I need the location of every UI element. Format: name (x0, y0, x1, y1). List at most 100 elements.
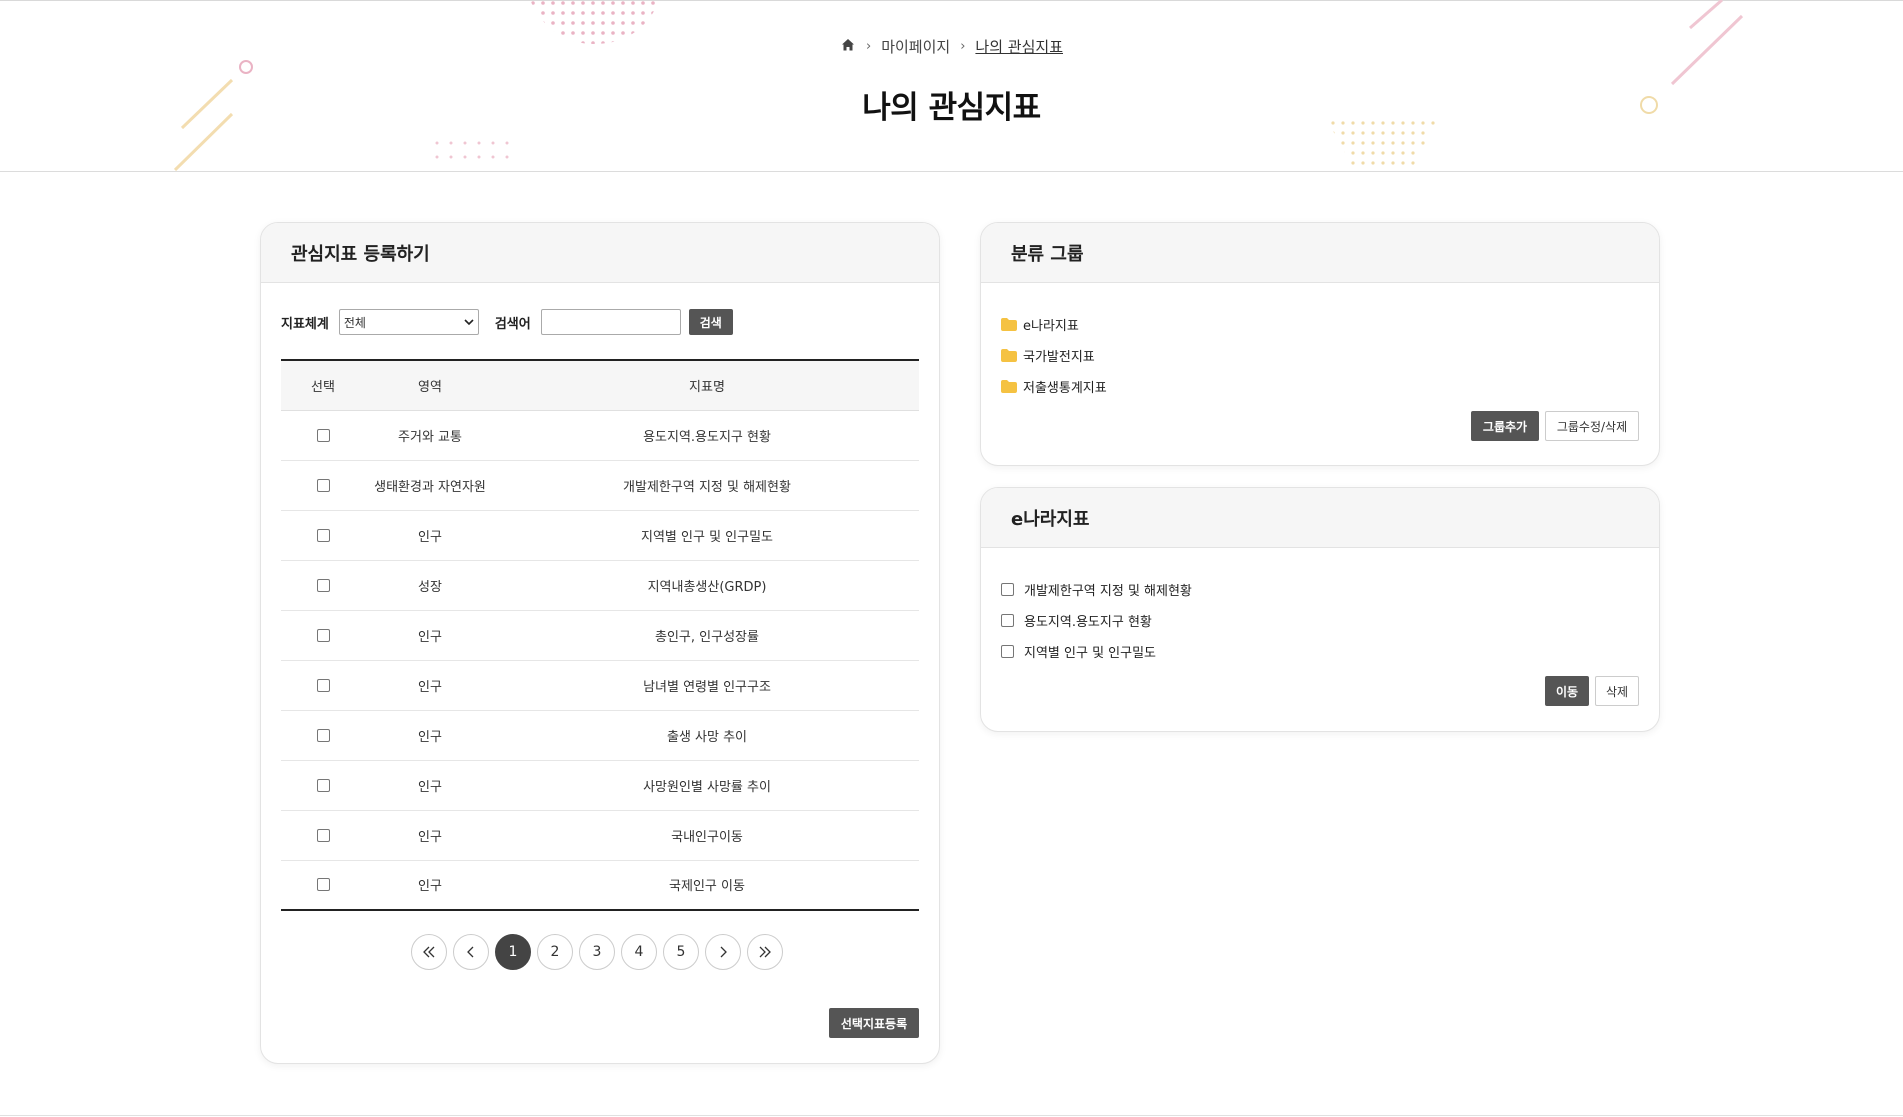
row-checkbox[interactable] (316, 478, 330, 492)
group-item[interactable]: e나라지표 (1001, 309, 1107, 340)
page-button-2[interactable]: 2 (537, 934, 573, 970)
group-item-label: e나라지표 (1023, 319, 1079, 334)
keyword-input[interactable] (540, 309, 681, 335)
double-chevron-left-icon (423, 946, 435, 958)
group-item[interactable]: 국가발전지표 (1001, 340, 1107, 371)
prev-page-button[interactable] (453, 934, 489, 970)
item-checkbox[interactable] (1001, 645, 1014, 658)
breadcrumb-item-mypage[interactable]: 마이페이지 (881, 36, 950, 57)
indicator-table: 선택 영역 지표명 주거와 교통 용도지역.용도지구 현황 생태환경과 자연자원 개… (281, 359, 919, 911)
item-checkbox[interactable] (1001, 614, 1014, 627)
bottom-border (0, 1115, 1903, 1116)
page-button-1[interactable]: 1 (495, 934, 531, 970)
panel-title: 관심지표 등록하기 (261, 223, 939, 283)
chevron-left-icon (467, 946, 474, 958)
row-checkbox[interactable] (316, 528, 330, 542)
row-checkbox[interactable] (316, 728, 330, 742)
search-bar: 지표체계 전체 검색어 검색 (281, 309, 733, 335)
row-name: 국제인구 이동 (669, 879, 745, 895)
home-icon[interactable] (840, 37, 856, 57)
row-checkbox[interactable] (316, 828, 330, 842)
item-label: 지역별 인구 및 인구밀도 (1024, 646, 1156, 661)
column-header-name: 지표명 (495, 360, 919, 411)
row-name: 출생 사망 추이 (495, 710, 919, 761)
row-checkbox[interactable] (316, 878, 330, 892)
table-row: 인구 사망원인별 사망률 추이 (281, 760, 919, 811)
pagination: 1 2 3 4 5 (411, 934, 783, 970)
group-panel: 분류 그룹 e나라지표 국가발전지표 저출생통계지표 그룹추가 그룹수정/삭제 (980, 222, 1660, 466)
row-area: 인구 (418, 879, 442, 895)
row-area: 인구 (365, 760, 495, 811)
row-name: 개발제한구역 지정 및 해제현황 (495, 460, 919, 511)
row-area: 주거와 교통 (365, 410, 495, 461)
ena-indicator-panel: e나라지표 개발제한구역 지정 및 해제현황 용도지역.용도지구 현황 지역별 … (980, 487, 1660, 732)
table-row: 인구 국내인구이동 (281, 810, 919, 861)
table-row: 인구 남녀별 연령별 인구구조 (281, 660, 919, 711)
column-header-select: 선택 (281, 360, 365, 411)
item-label: 용도지역.용도지구 현황 (1024, 615, 1152, 630)
search-button[interactable]: 검색 (688, 309, 733, 335)
breadcrumb: › 마이페이지 › 나의 관심지표 (0, 36, 1903, 57)
last-page-button[interactable] (747, 934, 783, 970)
table-header-row: 선택 영역 지표명 (281, 360, 919, 411)
list-item: 지역별 인구 및 인구밀도 (1001, 636, 1192, 667)
page-header: › 마이페이지 › 나의 관심지표 나의 관심지표 (0, 0, 1903, 172)
add-group-button[interactable]: 그룹추가 (1471, 411, 1539, 441)
page-title: 나의 관심지표 (862, 90, 1041, 126)
chevron-right-icon (720, 946, 727, 958)
move-button[interactable]: 이동 (1545, 676, 1589, 706)
chevron-right-icon: › (866, 39, 872, 54)
group-item-label: 저출생통계지표 (1023, 381, 1107, 396)
row-checkbox[interactable] (316, 428, 330, 442)
table-row: 인구 지역별 인구 및 인구밀도 (281, 510, 919, 561)
row-checkbox[interactable] (316, 628, 330, 642)
table-row: 주거와 교통 용도지역.용도지구 현황 (281, 410, 919, 461)
table-row: 인구 출생 사망 추이 (281, 710, 919, 761)
row-area: 인구 (365, 510, 495, 561)
system-select[interactable]: 전체 (338, 309, 479, 335)
page-button-4[interactable]: 4 (621, 934, 657, 970)
row-name: 국내인구이동 (495, 810, 919, 861)
column-header-area: 영역 (365, 360, 495, 411)
group-actions: 그룹추가 그룹수정/삭제 (1471, 411, 1639, 441)
table-row: 인구 국제인구 이동 (281, 860, 919, 910)
page-button-3[interactable]: 3 (579, 934, 615, 970)
ena-indicator-list: 개발제한구역 지정 및 해제현황 용도지역.용도지구 현황 지역별 인구 및 인… (1001, 574, 1192, 667)
row-name: 사망원인별 사망률 추이 (495, 760, 919, 811)
table-row: 인구 총인구, 인구성장률 (281, 610, 919, 661)
row-checkbox[interactable] (316, 578, 330, 592)
row-name: 지역별 인구 및 인구밀도 (495, 510, 919, 561)
register-selected-button[interactable]: 선택지표등록 (829, 1008, 919, 1038)
system-label: 지표체계 (281, 316, 329, 332)
group-item[interactable]: 저출생통계지표 (1001, 371, 1107, 402)
group-item-label: 국가발전지표 (1023, 350, 1095, 365)
list-item: 용도지역.용도지구 현황 (1001, 605, 1192, 636)
row-name: 남녀별 연령별 인구구조 (495, 660, 919, 711)
item-label: 개발제한구역 지정 및 해제현황 (1024, 584, 1192, 599)
folder-icon (1001, 349, 1017, 362)
ena-actions: 이동 삭제 (1545, 676, 1639, 706)
item-checkbox[interactable] (1001, 583, 1014, 596)
system-select-value: 전체 (343, 315, 366, 330)
folder-icon (1001, 318, 1017, 331)
table-row: 성장 지역내총생산(GRDP) (281, 560, 919, 611)
row-area: 성장 (365, 560, 495, 611)
table-row: 생태환경과 자연자원 개발제한구역 지정 및 해제현황 (281, 460, 919, 511)
page-button-5[interactable]: 5 (663, 934, 699, 970)
folder-icon (1001, 380, 1017, 393)
row-area: 인구 (365, 710, 495, 761)
row-checkbox[interactable] (316, 678, 330, 692)
delete-button[interactable]: 삭제 (1595, 676, 1639, 706)
row-area: 인구 (365, 660, 495, 711)
group-tree: e나라지표 국가발전지표 저출생통계지표 (1001, 309, 1107, 402)
row-name: 총인구, 인구성장률 (495, 610, 919, 661)
breadcrumb-item-current[interactable]: 나의 관심지표 (975, 36, 1063, 57)
row-area: 인구 (365, 610, 495, 661)
edit-group-button[interactable]: 그룹수정/삭제 (1545, 411, 1639, 441)
first-page-button[interactable] (411, 934, 447, 970)
row-name: 지역내총생산(GRDP) (495, 560, 919, 611)
next-page-button[interactable] (705, 934, 741, 970)
row-checkbox[interactable] (316, 778, 330, 792)
row-area: 인구 (365, 810, 495, 861)
row-name: 용도지역.용도지구 현황 (495, 410, 919, 461)
